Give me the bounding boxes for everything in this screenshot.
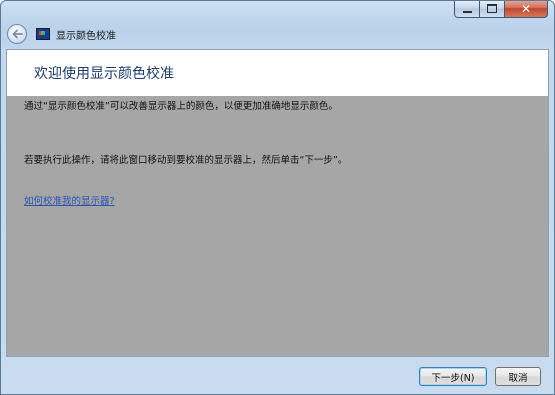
cancel-button[interactable]: 取消 [495,367,541,386]
content-panel: 欢迎使用显示颜色校准 通过“显示颜色校准”可以改善显示器上的颜色，以便更加准确地… [6,49,549,357]
back-button[interactable] [7,24,27,44]
caption-buttons: ✕ [454,1,548,19]
minimize-icon [462,10,472,13]
calibration-window: ✕ 显示颜色校准 欢迎使用显示颜色校准 通过“显示颜色校准”可以改善显示器上的颜… [0,0,555,395]
minimize-button[interactable] [454,1,480,18]
maximize-button[interactable] [480,1,505,18]
window-title: 显示颜色校准 [56,30,116,42]
footer: 下一步(N) 取消 [1,357,554,394]
back-arrow-icon [12,29,23,39]
instruction-paragraph: 若要执行此操作，请将此窗口移动到要校准的显示器上，然后单击“下一步”。 [24,155,348,166]
display-color-icon [36,28,50,40]
close-button[interactable]: ✕ [505,1,548,18]
header-band: 欢迎使用显示颜色校准 [7,50,548,96]
next-button[interactable]: 下一步(N) [419,367,487,386]
intro-paragraph: 通过“显示颜色校准”可以改善显示器上的颜色，以便更加准确地显示颜色。 [24,101,338,112]
maximize-icon [487,4,497,13]
title-row: 显示颜色校准 [7,21,116,47]
page-title: 欢迎使用显示颜色校准 [34,66,174,82]
help-link[interactable]: 如何校准我的显示器? [24,193,115,207]
close-icon: ✕ [520,1,532,16]
